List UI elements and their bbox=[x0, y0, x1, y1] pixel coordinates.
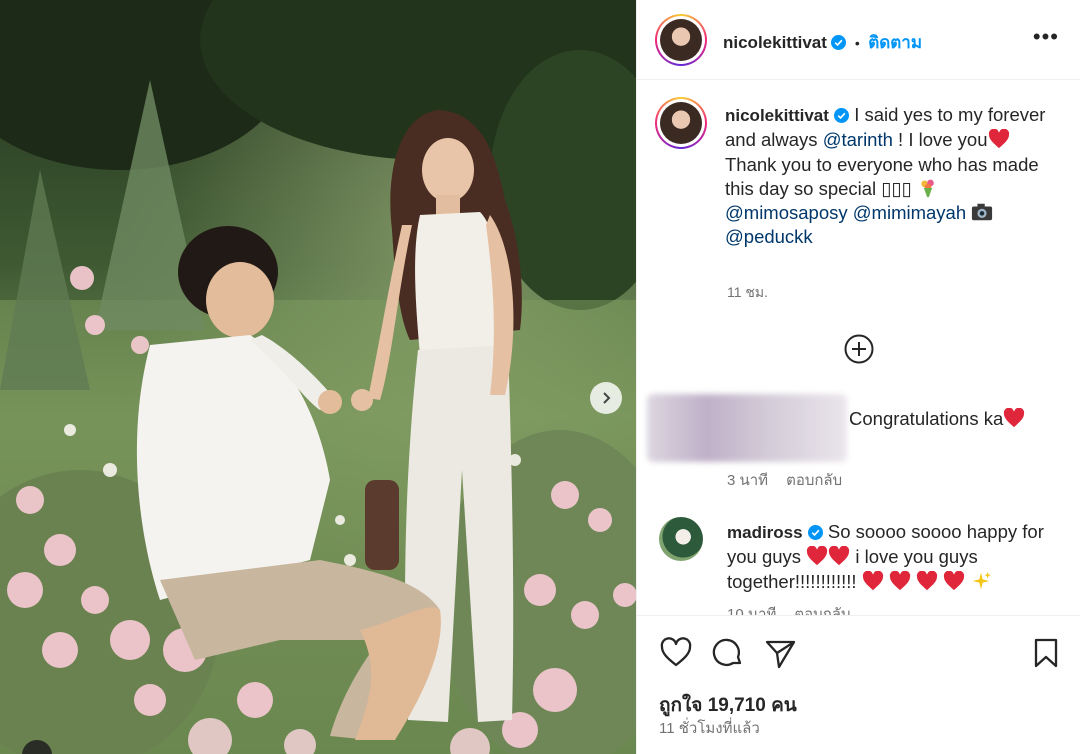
bookmark-icon[interactable] bbox=[1029, 636, 1063, 670]
comment-1: Congratulations ka bbox=[849, 407, 1025, 431]
caption-text: ! I love you bbox=[892, 129, 988, 151]
heart-emoji-icon bbox=[944, 570, 965, 590]
missing-glyphs: ▯▯▯ bbox=[881, 177, 912, 199]
reply-button[interactable]: ตอบกลับ bbox=[786, 472, 842, 489]
comment-bubble-icon[interactable] bbox=[711, 636, 745, 670]
heart-emoji-icon bbox=[1004, 408, 1025, 428]
comment-1-meta: 3 นาที ตอบกลับ bbox=[727, 468, 860, 492]
mention-peduckk[interactable]: @peduckk bbox=[725, 226, 813, 247]
post-photo bbox=[0, 0, 636, 754]
more-options-button[interactable]: ••• bbox=[1033, 26, 1059, 48]
caption-time: 11 ชม. bbox=[727, 284, 769, 300]
heart-emoji-icon bbox=[807, 546, 828, 566]
next-photo-button[interactable] bbox=[590, 382, 622, 414]
paper-plane-icon[interactable] bbox=[763, 636, 797, 670]
header-separator: • bbox=[854, 35, 860, 51]
verified-badge-icon bbox=[834, 108, 850, 123]
comment-2: madiross So soooo soooo happy for you gu… bbox=[727, 520, 1062, 594]
verified-badge-icon bbox=[831, 35, 847, 50]
mention-mimosaposy[interactable]: @mimosaposy bbox=[725, 202, 848, 223]
heart-emoji-icon bbox=[889, 570, 910, 590]
heart-emoji-icon bbox=[862, 570, 883, 590]
heart-outline-icon[interactable] bbox=[659, 636, 693, 670]
mention-mimimayah[interactable]: @mimimayah bbox=[853, 202, 966, 223]
verified-badge-icon bbox=[807, 525, 823, 540]
author-username[interactable]: nicolekittivat bbox=[723, 33, 827, 52]
caption-avatar[interactable] bbox=[655, 97, 707, 149]
post-side-panel: nicolekittivat • ติดตาม ••• nicolekittiv… bbox=[636, 0, 1080, 754]
comment-text: Congratulations ka bbox=[849, 408, 1004, 429]
heart-emoji-icon bbox=[829, 546, 850, 566]
commenter-avatar[interactable] bbox=[659, 517, 703, 561]
commenter-username[interactable]: madiross bbox=[727, 523, 803, 542]
comment-time: 3 นาที bbox=[727, 472, 769, 489]
post-actions: ถูกใจ 19,710 คน 11 ชั่วโมงที่แล้ว bbox=[637, 615, 1080, 754]
post-header: nicolekittivat • ติดตาม ••• bbox=[637, 0, 1080, 80]
mention-tarinth[interactable]: @tarinth bbox=[823, 129, 893, 150]
chevron-right-icon bbox=[603, 392, 611, 404]
proposal-photo bbox=[0, 0, 636, 754]
post-caption: nicolekittivat I said yes to my forever … bbox=[725, 103, 1055, 250]
follow-button[interactable]: ติดตาม bbox=[868, 33, 922, 52]
caption-username[interactable]: nicolekittivat bbox=[725, 106, 829, 125]
author-avatar[interactable] bbox=[655, 14, 707, 66]
bouquet-emoji-icon bbox=[921, 179, 934, 198]
blurred-commenter bbox=[647, 394, 847, 462]
posted-ago: 11 ชั่วโมงที่แล้ว bbox=[659, 720, 760, 737]
camera-emoji-icon bbox=[972, 203, 993, 221]
heart-emoji-icon bbox=[916, 570, 938, 590]
heart-emoji-icon bbox=[988, 129, 1009, 149]
sparkles-emoji-icon bbox=[972, 571, 992, 589]
plus-circle-icon[interactable] bbox=[843, 333, 875, 365]
